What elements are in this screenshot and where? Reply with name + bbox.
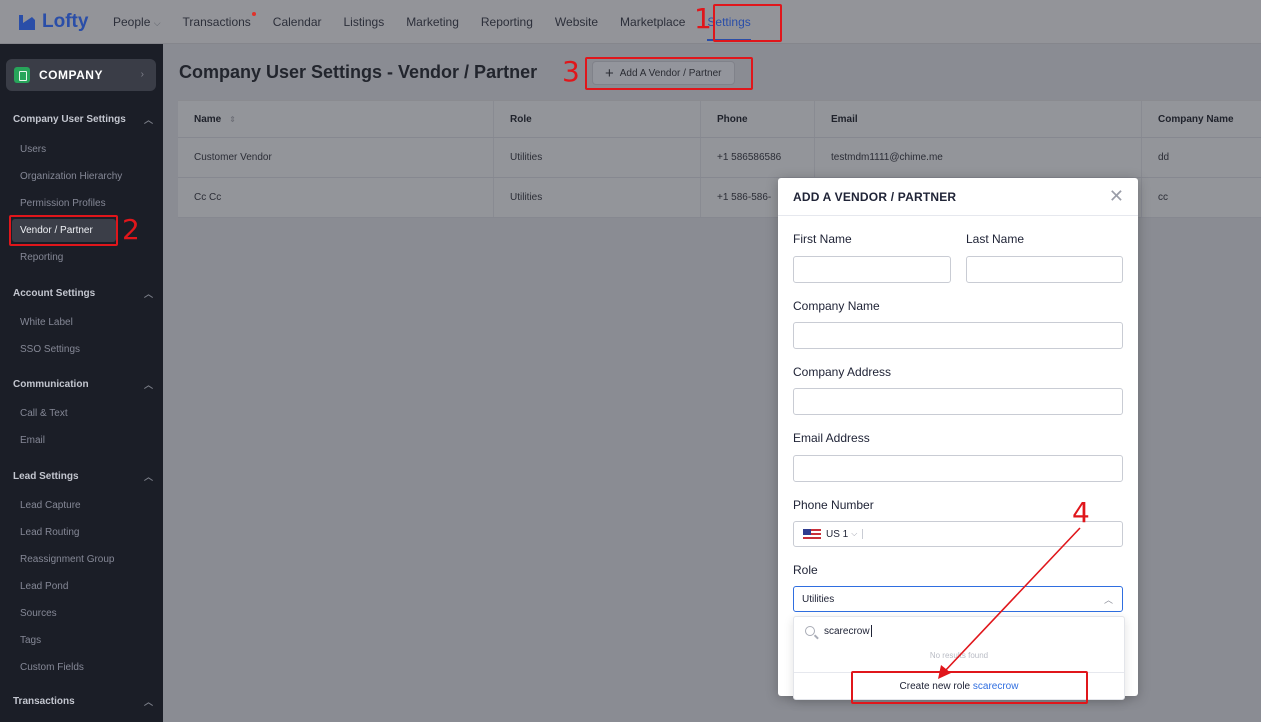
annotation-arrow	[938, 527, 1081, 679]
